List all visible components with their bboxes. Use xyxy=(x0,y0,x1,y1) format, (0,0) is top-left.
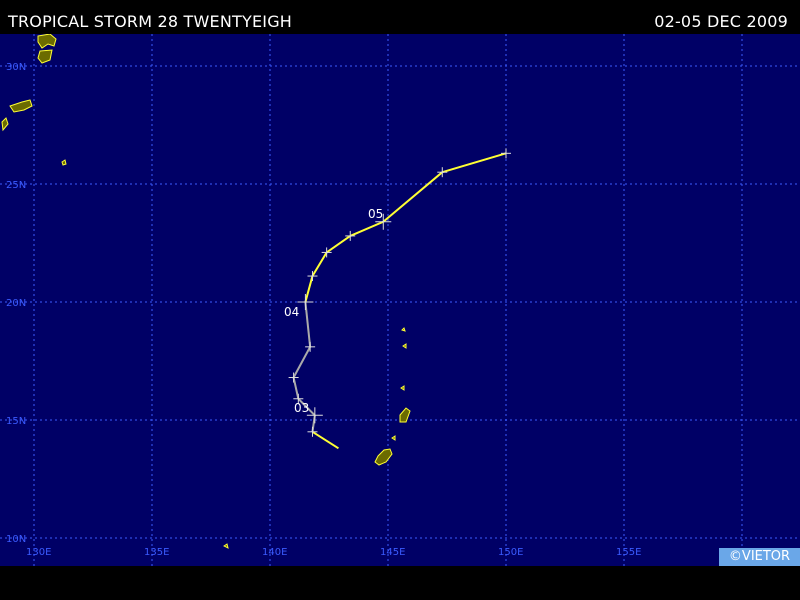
day-label-04: 04 xyxy=(284,305,299,319)
lon-label: 155E xyxy=(616,547,641,558)
day-label-05: 05 xyxy=(368,207,383,221)
bottom-bar xyxy=(0,566,800,600)
lon-label: 130E xyxy=(26,547,51,558)
lon-label: 140E xyxy=(262,547,287,558)
lat-label: 15N xyxy=(6,416,26,427)
title-bar: TROPICAL STORM 28 TWENTYEIGH 02-05 DEC 2… xyxy=(0,0,800,34)
map-canvas: 130E135E140E145E150E155E160E10N15N20N25N… xyxy=(0,33,800,566)
lon-label: 150E xyxy=(498,547,523,558)
storm-track-map: 130E135E140E145E150E155E160E10N15N20N25N… xyxy=(0,33,800,566)
day-label-03: 03 xyxy=(294,401,309,415)
lon-label: 145E xyxy=(380,547,405,558)
lat-label: 10N xyxy=(6,534,26,545)
storm-title: TROPICAL STORM 28 TWENTYEIGH xyxy=(8,12,293,31)
vietor-watermark: ©VIETOR xyxy=(719,548,800,566)
map-background xyxy=(0,34,800,566)
lat-label: 30N xyxy=(6,62,26,73)
date-range: 02-05 DEC 2009 xyxy=(654,12,788,31)
lon-label: 135E xyxy=(144,547,169,558)
lat-label: 25N xyxy=(6,180,26,191)
lat-label: 20N xyxy=(6,298,26,309)
